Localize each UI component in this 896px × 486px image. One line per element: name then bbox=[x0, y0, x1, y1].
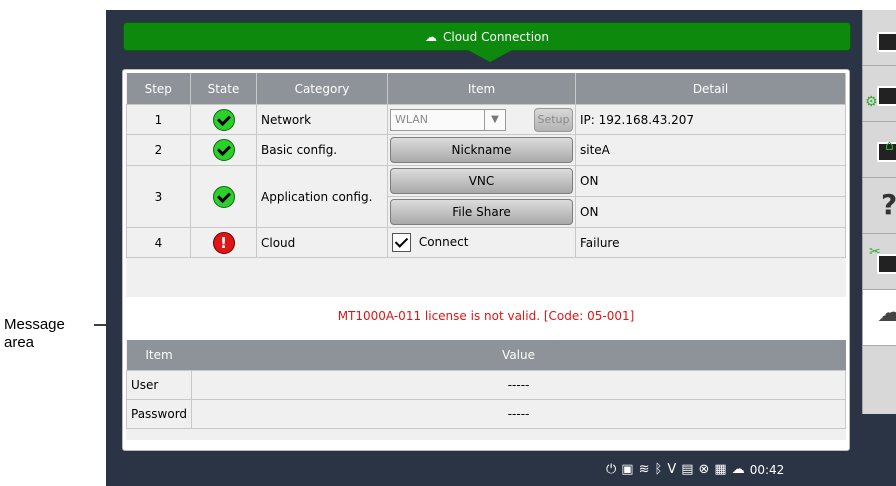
vnc-button[interactable]: VNC bbox=[390, 168, 573, 194]
value-item-label: Password bbox=[125, 399, 193, 429]
status-bar: ⏻ ▣ ≋ ᛒ V ▤ ⊗ ▦ ☁ 00:42 bbox=[606, 462, 784, 477]
error-icon: ! bbox=[212, 231, 235, 254]
header-item: Item bbox=[126, 340, 192, 371]
title-notch bbox=[468, 50, 512, 62]
network-select-value: WLAN bbox=[395, 113, 429, 126]
network-icon: ⊗ bbox=[698, 462, 710, 477]
table-row: User ----- bbox=[125, 370, 846, 400]
header-step: Step bbox=[126, 73, 191, 105]
message-area: MT1000A-011 license is not valid. [Code:… bbox=[337, 309, 635, 323]
vnc-icon: V bbox=[667, 462, 677, 477]
connect-checkbox[interactable] bbox=[392, 233, 411, 252]
help-icon[interactable]: ? bbox=[863, 178, 896, 234]
tools-icon[interactable]: ✂ bbox=[863, 234, 896, 290]
power-plug-icon: ⏻ bbox=[606, 462, 617, 477]
title-bar: ☁ Cloud Connection bbox=[123, 22, 851, 62]
header-category: Category bbox=[256, 73, 388, 105]
detail-cell: siteA bbox=[575, 134, 846, 166]
values-header-row: Item Value bbox=[126, 340, 846, 371]
page-title: Cloud Connection bbox=[443, 29, 549, 44]
steps-table: Step State Category Item Detail 1 Networ… bbox=[126, 73, 846, 258]
step-number: 1 bbox=[126, 104, 191, 135]
detail-cell: Failure bbox=[575, 227, 846, 258]
header-detail: Detail bbox=[575, 73, 846, 105]
values-table: Item Value User ----- Password ----- bbox=[125, 340, 846, 429]
folder-open-icon[interactable] bbox=[863, 10, 896, 66]
remote-icon: ▤ bbox=[681, 462, 694, 477]
ok-check-icon bbox=[212, 108, 235, 131]
bluetooth-icon: ᛒ bbox=[654, 462, 663, 477]
step-number: 4 bbox=[126, 227, 191, 258]
message-area-annotation: Message area bbox=[4, 316, 65, 351]
ok-check-icon bbox=[212, 185, 235, 208]
detail-cell: ON bbox=[575, 196, 846, 228]
steps-table-area: Step State Category Item Detail 1 Networ… bbox=[126, 73, 846, 297]
step-number: 3 bbox=[126, 165, 191, 228]
table-row: 4 ! Cloud Connect Failure bbox=[126, 227, 846, 258]
folder-home-icon[interactable]: ⌂ bbox=[863, 122, 896, 178]
values-table-area: Item Value User ----- Password ----- bbox=[125, 340, 846, 440]
category-cell: Cloud bbox=[256, 227, 388, 258]
wifi-icon: ≋ bbox=[638, 462, 650, 477]
detail-cell: IP: 192.168.43.207 bbox=[575, 104, 846, 135]
header-value: Value bbox=[191, 340, 846, 371]
nickname-button[interactable]: Nickname bbox=[390, 137, 573, 163]
chevron-down-icon[interactable]: ▼ bbox=[484, 109, 505, 130]
step-number: 2 bbox=[126, 134, 191, 166]
detail-cell: ON bbox=[575, 165, 846, 197]
category-cell: Application config. bbox=[256, 165, 388, 228]
category-cell: Basic config. bbox=[256, 134, 388, 166]
connect-label[interactable]: Connect bbox=[419, 235, 469, 249]
lan-icon: ▦ bbox=[714, 462, 727, 477]
cloud-upload-icon[interactable]: ☁ bbox=[863, 290, 896, 346]
clock: 00:42 bbox=[749, 462, 785, 477]
value-item-label: User bbox=[125, 370, 193, 400]
header-item: Item bbox=[387, 73, 576, 105]
category-cell: Network bbox=[256, 104, 388, 135]
network-select[interactable]: WLAN ▼ bbox=[390, 108, 506, 131]
folder-settings-icon[interactable]: ⚙ bbox=[863, 66, 896, 122]
cloud-icon: ☁ bbox=[425, 29, 437, 44]
battery-icon: ▣ bbox=[621, 462, 634, 477]
device-screen: ☁ Cloud Connection Step State Category I… bbox=[106, 10, 896, 486]
header-state: State bbox=[190, 73, 257, 105]
table-row: Password ----- bbox=[125, 399, 846, 429]
cloud-status-icon: ☁ bbox=[731, 462, 745, 477]
right-sidebar: ⚙ ⌂ ? ✂ ☁ bbox=[862, 10, 896, 414]
table-row: 2 Basic config. Nickname siteA bbox=[126, 134, 846, 166]
file-share-button[interactable]: File Share bbox=[390, 199, 573, 225]
value-cell: ----- bbox=[191, 399, 846, 429]
main-panel: Step State Category Item Detail 1 Networ… bbox=[122, 69, 850, 451]
ok-check-icon bbox=[212, 139, 235, 161]
table-row: 3 Application config. VNC ON bbox=[126, 165, 846, 228]
value-cell: ----- bbox=[191, 370, 846, 400]
steps-header-row: Step State Category Item Detail bbox=[126, 73, 846, 105]
setup-button[interactable]: Setup bbox=[534, 107, 573, 132]
table-row: 1 Network WLAN ▼ Setup IP: 192.168.43.20… bbox=[126, 104, 846, 135]
